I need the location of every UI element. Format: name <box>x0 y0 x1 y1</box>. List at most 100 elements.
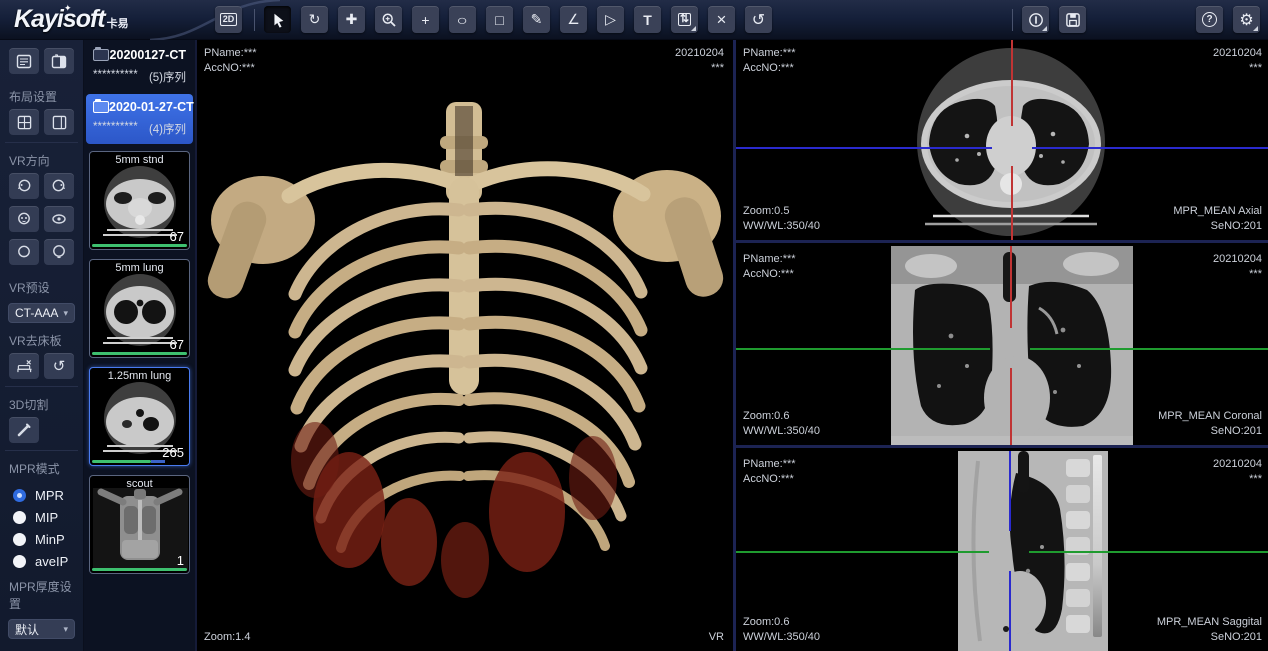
app-logo: Kayisoft 卡易 ✦ <box>0 5 215 34</box>
save-button[interactable] <box>1059 6 1086 33</box>
radio-minp[interactable]: MinP <box>0 532 83 547</box>
folder-open-icon <box>93 101 109 113</box>
crosshair-horizontal-blue[interactable] <box>736 147 992 149</box>
thumbnail-image-count: 67 <box>170 337 184 352</box>
panel-list-button[interactable] <box>9 48 39 74</box>
crosshair-horizontal-green[interactable] <box>1029 551 1268 553</box>
study-item-selected[interactable]: 2020-01-27-CT ********** (4)序列 <box>86 94 193 144</box>
crosshair-vertical-blue[interactable] <box>1009 451 1011 531</box>
reset-icon: ↺ <box>752 10 765 30</box>
thumbnail-image-count: 67 <box>170 229 184 244</box>
window-level-button[interactable]: + <box>412 6 439 33</box>
zoom-in-button[interactable] <box>375 6 402 33</box>
crosshair-vertical-red[interactable] <box>1010 368 1012 448</box>
crosshair-horizontal-blue[interactable] <box>1032 147 1268 149</box>
panel-collapse-icon <box>51 54 67 69</box>
radio-mpr[interactable]: MPR <box>0 488 83 503</box>
grid-layout-button[interactable] <box>9 109 39 135</box>
ellipse-roi-button[interactable]: ○ <box>449 6 476 33</box>
thumbnail-image-count: 1 <box>177 553 184 568</box>
mpr-thickness-value: 默认 <box>15 621 39 638</box>
vr-head-right-button[interactable] <box>44 173 74 199</box>
crosshair-vertical-blue[interactable] <box>1009 571 1011 651</box>
radio-mip[interactable]: MIP <box>0 510 83 525</box>
thumbnail-image <box>93 488 188 570</box>
pan-button[interactable]: ✚ <box>338 6 365 33</box>
series-thumbnail-5mm-stnd[interactable]: 5mm stnd 67 <box>89 151 190 250</box>
rotate-3d-button[interactable]: ↻ <box>301 6 328 33</box>
coronal-zoom-overlay: Zoom:0.6 WW/WL:350/40 <box>743 409 820 439</box>
reset-view-button[interactable]: ↺ <box>745 6 772 33</box>
panel-collapse-button[interactable] <box>44 48 74 74</box>
toolbar-separator <box>254 9 255 31</box>
thumbnail-label: 5mm stnd <box>90 154 189 166</box>
close-icon: × <box>717 10 727 30</box>
axial-viewport[interactable]: PName:*** AccNO:*** 20210204 *** Zoom:0.… <box>736 40 1268 243</box>
info-button[interactable] <box>1022 6 1049 33</box>
crosshair-horizontal-green[interactable] <box>1030 348 1268 350</box>
series-thumbnail-125mm-lung[interactable]: 1.25mm lung 265 <box>89 367 190 466</box>
crosshair-vertical-red[interactable] <box>1011 40 1013 126</box>
cursor-select-button[interactable] <box>264 6 291 33</box>
head-face-icon <box>51 211 67 227</box>
vr-patient-overlay: PName:*** AccNO:*** <box>204 46 257 76</box>
vr-viewport[interactable]: PName:*** AccNO:*** 20210204 *** Zoom:1.… <box>197 40 733 651</box>
study-masked-name: ********** <box>93 69 138 85</box>
seno-text: SeNO:201 <box>1173 219 1262 234</box>
vr-head-left-button[interactable] <box>9 173 39 199</box>
study-series-count: (5)序列 <box>149 69 186 85</box>
vr-direction-label: VR方向 <box>0 145 83 173</box>
chevron-down-icon: ▾ <box>63 624 68 635</box>
vr-head-face-button[interactable] <box>44 206 74 232</box>
radio-aveip[interactable]: aveIP <box>0 554 83 569</box>
vr-label-overlay: VR <box>709 630 724 645</box>
head-top-icon <box>51 244 67 260</box>
image-flip-button[interactable]: ⇅ <box>671 6 698 33</box>
coronal-viewport[interactable]: PName:*** AccNO:*** 20210204 *** Zoom:0.… <box>736 246 1268 448</box>
sagittal-viewport[interactable]: PName:*** AccNO:*** 20210204 *** Zoom:0.… <box>736 451 1268 651</box>
cut3d-label: 3D切割 <box>0 389 83 417</box>
remove-bed-button[interactable] <box>9 353 39 379</box>
help-button[interactable]: ? <box>1196 6 1223 33</box>
info-icon <box>1028 12 1044 28</box>
vr-ribcage-image <box>197 40 733 651</box>
series-thumbnail-5mm-lung[interactable]: 5mm lung 67 <box>89 259 190 358</box>
vr-head-front-button[interactable] <box>9 206 39 232</box>
radio-icon <box>13 511 26 524</box>
delete-annotation-button[interactable]: × <box>708 6 735 33</box>
crosshair-vertical-red[interactable] <box>1011 166 1013 243</box>
split-layout-icon <box>52 115 67 130</box>
vr-preset-select[interactable]: CT-AAA ▾ <box>8 303 75 323</box>
vr-zoom-overlay: Zoom:1.4 <box>204 630 250 645</box>
axial-label-overlay: MPR_MEAN Axial SeNO:201 <box>1173 204 1262 234</box>
rect-roi-button[interactable]: □ <box>486 6 513 33</box>
radio-mpr-label: MPR <box>35 488 64 503</box>
mpr-thickness-select[interactable]: 默认 ▾ <box>8 619 75 639</box>
2d-mode-button[interactable]: 2D <box>215 6 242 33</box>
head-back-icon <box>16 244 32 260</box>
wwwl-text: WW/WL:350/40 <box>743 424 820 439</box>
wwwl-text: WW/WL:350/40 <box>743 219 820 234</box>
split-layout-button[interactable] <box>44 109 74 135</box>
settings-button[interactable]: ⚙ <box>1233 6 1260 33</box>
crosshair-vertical-red[interactable] <box>1010 246 1012 328</box>
bed-reset-button[interactable]: ↺ <box>44 353 74 379</box>
zoom-text: Zoom:1.4 <box>204 630 250 645</box>
angle-measure-button[interactable]: ∠ <box>560 6 587 33</box>
axial-patient-overlay: PName:*** AccNO:*** <box>743 46 796 76</box>
masked-text: *** <box>1213 267 1262 282</box>
crosshair-horizontal-green[interactable] <box>736 551 989 553</box>
study-item[interactable]: 20200127-CT ********** (5)序列 <box>86 42 193 92</box>
vr-head-back-button[interactable] <box>9 239 39 265</box>
text-annotation-button[interactable]: T <box>634 6 661 33</box>
chevron-down-icon: ▾ <box>63 308 68 319</box>
vr-head-top-button[interactable] <box>44 239 74 265</box>
study-date-text: 20210204 <box>1213 457 1262 472</box>
crosshair-horizontal-green[interactable] <box>736 348 990 350</box>
series-thumbnail-scout[interactable]: scout 1 <box>89 475 190 574</box>
scalpel-button[interactable] <box>9 417 39 443</box>
length-measure-button[interactable]: ✎ <box>523 6 550 33</box>
cobb-angle-button[interactable]: ▷ <box>597 6 624 33</box>
radio-mip-label: MIP <box>35 510 58 525</box>
vr-bed-label: VR去床板 <box>0 325 83 353</box>
